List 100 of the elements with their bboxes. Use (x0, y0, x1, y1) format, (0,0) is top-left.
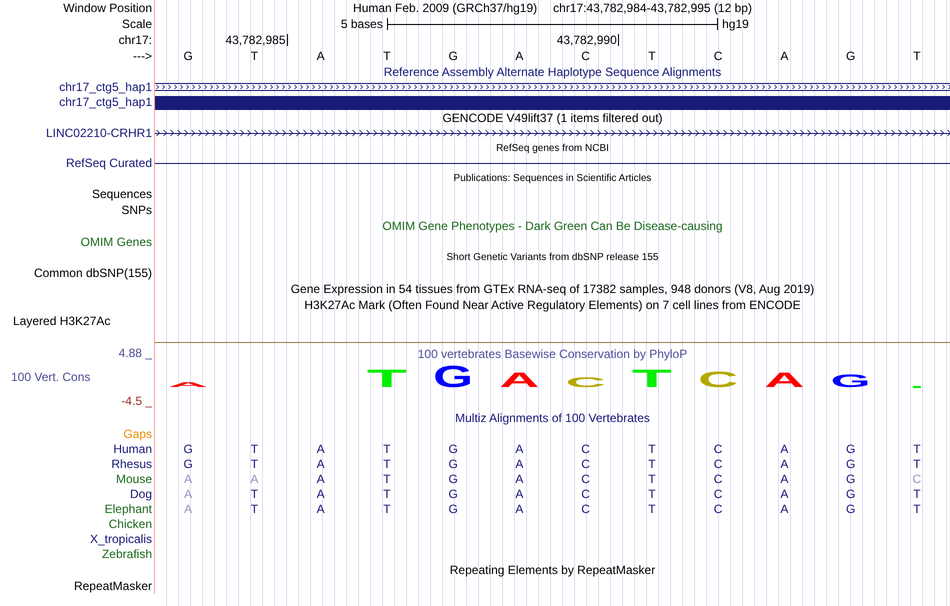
base-letter: T (648, 487, 656, 502)
base-letter: A (780, 48, 788, 64)
base-letter: A (316, 48, 325, 64)
base-letter: A (250, 472, 258, 487)
base-letter: T (913, 502, 921, 517)
base-letter: T (250, 442, 258, 457)
base-letter: T (913, 48, 921, 64)
base-letter: A (515, 487, 524, 502)
track-title: Reference Assembly Alternate Haplotype Sequence Alignments (384, 65, 722, 79)
base-letter: A (515, 48, 524, 64)
track-label[interactable]: Layered H3K27Ac (13, 313, 110, 329)
base-letter: G (448, 442, 458, 457)
base-letter: A (780, 472, 788, 487)
track-label[interactable]: Human (113, 442, 152, 457)
base-letter: G (846, 487, 856, 502)
track-title: 100 vertebrates Basewise Conservation by PhyloP (418, 347, 688, 361)
base-letter: A (184, 472, 192, 487)
base-letter: T (383, 442, 391, 457)
base-letter: T (383, 502, 391, 517)
base-letter: T (913, 457, 921, 472)
track-title: GENCODE V49lift37 (1 items filtered out) (442, 111, 663, 125)
track-label[interactable]: X_tropicalis (90, 532, 152, 547)
base-letter: A (515, 502, 524, 517)
base-letter: C (581, 457, 590, 472)
track-label[interactable]: Chicken (108, 517, 152, 532)
base-letter: A (316, 457, 325, 472)
track-label[interactable]: 100 Vert. Cons (0, 369, 90, 385)
base-letter: G (846, 472, 856, 487)
base-letter: A (316, 442, 325, 457)
track-label[interactable]: Elephant (104, 502, 152, 517)
assembly-title: Human Feb. 2009 (GRCh37/hg19) (353, 0, 538, 16)
base-letter: G (846, 48, 856, 64)
base-letter: A (316, 487, 325, 502)
track-label[interactable]: Dog (130, 487, 152, 502)
base-letter: G (448, 48, 458, 64)
row-label: Window Position (63, 0, 152, 16)
base-letter: A (515, 442, 524, 457)
track-label[interactable]: Mouse (116, 472, 152, 487)
track-label[interactable]: OMIM Genes (80, 234, 152, 250)
base-letter: G (183, 442, 193, 457)
base-letter: C (581, 487, 590, 502)
base-letter: A (316, 502, 325, 517)
base-letter: A (780, 442, 788, 457)
track-label[interactable]: Rhesus (111, 457, 152, 472)
track-label[interactable]: Common dbSNP(155) (34, 265, 152, 281)
position-text: chr17:43,782,984-43,782,995 (12 bp) (553, 0, 752, 16)
track-description: Publications: Sequences in Scientific Articles (454, 173, 652, 184)
base-letter: C (714, 457, 722, 472)
track-label[interactable]: chr17_ctg5_hap1 (59, 95, 152, 110)
track-title: Multiz Alignments of 100 Vertebrates (455, 411, 650, 425)
track-title: Repeating Elements by RepeatMasker (450, 563, 656, 577)
track-label[interactable]: Sequences (92, 186, 152, 202)
base-letter: G (448, 487, 458, 502)
base-letter: G (846, 457, 856, 472)
track-label[interactable]: RefSeq Curated (66, 156, 152, 171)
track-title: Gene Expression in 54 tissues from GTEx RNA-seq of 17382 samples, 948 donors (V8, Aug 2019) (290, 282, 814, 296)
base-letter: T (383, 472, 391, 487)
base-letter: T (383, 487, 391, 502)
base-letter: G (448, 457, 458, 472)
base-letter: C (581, 472, 590, 487)
axis-min-label: -4.5 _ (121, 393, 152, 409)
base-letter: T (913, 487, 921, 502)
track-label[interactable]: LINC02210-CRHR1 (46, 126, 152, 141)
base-letter: A (316, 472, 325, 487)
base-letter: A (780, 502, 788, 517)
base-letter: A (515, 457, 524, 472)
base-letter: C (714, 472, 722, 487)
base-letter: C (714, 442, 722, 457)
base-letter: A (184, 487, 192, 502)
base-letter: G (183, 48, 193, 64)
track-description: RefSeq genes from NCBI (496, 143, 609, 154)
base-letter: T (648, 472, 656, 487)
base-letter: G (846, 502, 856, 517)
base-letter: C (714, 48, 722, 64)
base-letter: T (250, 487, 258, 502)
base-letter: C (581, 442, 590, 457)
base-letter: T (250, 457, 258, 472)
base-letter: G (448, 472, 458, 487)
axis-max-label: 4.88 _ (118, 345, 152, 361)
scale-length-label: 5 bases (340, 16, 384, 32)
base-letter: T (648, 48, 656, 64)
base-letter: A (780, 487, 788, 502)
base-letter: A (780, 457, 788, 472)
track-label[interactable]: Zebrafish (102, 547, 152, 562)
track-description: Short Genetic Variants from dbSNP release 155 (446, 252, 658, 263)
base-letter: C (581, 502, 590, 517)
base-letter: A (515, 472, 524, 487)
track-title: OMIM Gene Phenotypes - Dark Green Can Be Disease-causing (382, 219, 723, 233)
base-letter: T (250, 502, 258, 517)
position-tick-label: 43,782,990 (556, 34, 619, 46)
track-label[interactable]: RepeatMasker (74, 578, 152, 594)
base-letter: T (648, 457, 656, 472)
track-title: H3K27Ac Mark (Often Found Near Active Regulatory Elements) on 7 cell lines from ENCODE (304, 298, 801, 312)
row-label: chr17: (118, 32, 152, 48)
row-label: ---> (133, 48, 152, 64)
base-letter: A (184, 502, 192, 517)
track-label[interactable]: SNPs (121, 202, 152, 218)
base-letter: C (581, 48, 590, 64)
row-label: Scale (122, 16, 152, 32)
track-label[interactable]: chr17_ctg5_hap1 (59, 80, 152, 95)
